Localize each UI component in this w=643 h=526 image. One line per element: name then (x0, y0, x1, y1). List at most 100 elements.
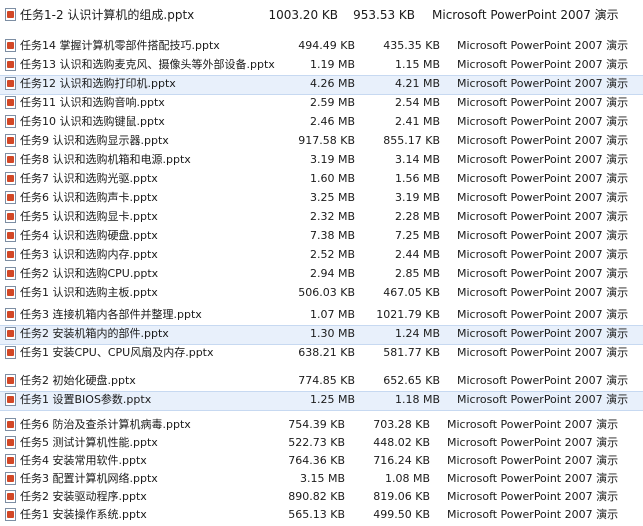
file-name: 任务9 认识和选购显示器.pptx (20, 134, 169, 147)
file-type: Microsoft PowerPoint 2007 演示 (457, 327, 629, 340)
file-row[interactable]: 任务14 掌握计算机零部件搭配技巧.pptx 494.49 KB 435.35 KB… (0, 37, 643, 55)
file-type: Microsoft PowerPoint 2007 演示 (447, 472, 619, 485)
file-name: 任务1 安装操作系统.pptx (20, 508, 147, 521)
file-size-original: 2.59 MB (309, 96, 355, 109)
file-size-original: 890.82 KB (288, 490, 345, 503)
file-size-original: 638.21 KB (298, 346, 355, 359)
file-size-compressed: 448.02 KB (373, 436, 430, 449)
file-size-original: 1003.20 KB (268, 8, 338, 22)
file-type: Microsoft PowerPoint 2007 演示 (457, 393, 629, 406)
file-row[interactable]: 任务5 认识和选购显卡.pptx 2.32 MB 2.28 MB Microsoft … (0, 208, 643, 226)
file-size-compressed: 1.08 MB (384, 472, 430, 485)
file-row[interactable]: 任务6 防治及查杀计算机病毒.pptx 754.39 KB 703.28 KB Mic… (0, 416, 643, 434)
file-size-original: 565.13 KB (288, 508, 345, 521)
file-type: Microsoft PowerPoint 2007 演示 (457, 248, 629, 261)
file-type: Microsoft PowerPoint 2007 演示 (457, 191, 629, 204)
file-row[interactable]: 任务2 安装驱动程序.pptx 890.82 KB 819.06 KB Microso… (0, 488, 643, 506)
file-size-compressed: 2.54 MB (394, 96, 440, 109)
file-size-compressed: 2.41 MB (394, 115, 440, 128)
file-size-original: 2.94 MB (309, 267, 355, 280)
file-row[interactable]: 任务1 安装操作系统.pptx 565.13 KB 499.50 KB Microso… (0, 506, 643, 524)
file-name: 任务2 安装驱动程序.pptx (20, 490, 147, 503)
file-type: Microsoft PowerPoint 2007 演示 (457, 308, 629, 321)
pptx-file-icon (5, 508, 16, 521)
pptx-file-icon (5, 115, 16, 128)
file-name: 任务11 认识和选购音响.pptx (20, 96, 165, 109)
pptx-file-icon (5, 490, 16, 503)
file-type: Microsoft PowerPoint 2007 演示 (457, 134, 629, 147)
file-size-compressed: 4.21 MB (394, 77, 440, 90)
file-row[interactable]: 任务3 认识和选购内存.pptx 2.52 MB 2.44 MB Microsoft … (0, 246, 643, 264)
file-row[interactable]: 任务4 认识和选购硬盘.pptx 7.38 MB 7.25 MB Microsoft … (0, 227, 643, 245)
file-name: 任务5 测试计算机性能.pptx (20, 436, 158, 449)
pptx-file-icon (5, 327, 16, 340)
file-name: 任务7 认识和选购光驱.pptx (20, 172, 158, 185)
pptx-file-icon (5, 229, 16, 242)
file-size-compressed: 1.24 MB (394, 327, 440, 340)
file-size-compressed: 716.24 KB (373, 454, 430, 467)
file-row[interactable]: 任务2 初始化硬盘.pptx 774.85 KB 652.65 KB Microsof… (0, 372, 643, 390)
file-row[interactable]: 任务1 认识和选购主板.pptx 506.03 KB 467.05 KB Micros… (0, 284, 643, 302)
file-name: 任务3 认识和选购内存.pptx (20, 248, 158, 261)
pptx-file-icon (5, 58, 16, 71)
pptx-file-icon (5, 436, 16, 449)
file-row[interactable]: 任务9 认识和选购显示器.pptx 917.58 KB 855.17 KB Micro… (0, 132, 643, 150)
file-row[interactable]: 任务6 认识和选购声卡.pptx 3.25 MB 3.19 MB Microsoft … (0, 189, 643, 207)
file-type: Microsoft PowerPoint 2007 演示 (457, 286, 629, 299)
file-size-original: 7.38 MB (309, 229, 355, 242)
file-size-original: 754.39 KB (288, 418, 345, 431)
file-row[interactable]: 任务5 测试计算机性能.pptx 522.73 KB 448.02 KB Micros… (0, 434, 643, 452)
file-size-compressed: 2.28 MB (394, 210, 440, 223)
file-size-original: 764.36 KB (288, 454, 345, 467)
file-row[interactable]: 任务1 设置BIOS参数.pptx 1.25 MB 1.18 MB Microsoft… (0, 391, 643, 411)
file-size-compressed: 819.06 KB (373, 490, 430, 503)
pptx-file-icon (5, 286, 16, 299)
file-type: Microsoft PowerPoint 2007 演示 (457, 374, 629, 387)
file-size-original: 2.52 MB (309, 248, 355, 261)
file-row[interactable]: 任务8 认识和选购机箱和电源.pptx 3.19 MB 3.14 MB Microso… (0, 151, 643, 169)
file-size-compressed: 2.44 MB (394, 248, 440, 261)
file-size-compressed: 703.28 KB (373, 418, 430, 431)
file-row[interactable]: 任务3 配置计算机网络.pptx 3.15 MB 1.08 MB Microsoft … (0, 470, 643, 488)
file-row[interactable]: 任务7 认识和选购光驱.pptx 1.60 MB 1.56 MB Microsoft … (0, 170, 643, 188)
file-size-compressed: 581.77 KB (383, 346, 440, 359)
pptx-file-icon (5, 346, 16, 359)
file-type: Microsoft PowerPoint 2007 演示 (457, 39, 629, 52)
file-row[interactable]: 任务1 安装CPU、CPU风扇及内存.pptx 638.21 KB 581.77 K… (0, 344, 643, 362)
file-size-compressed: 953.53 KB (353, 8, 415, 22)
pptx-file-icon (5, 191, 16, 204)
pptx-file-icon (5, 153, 16, 166)
file-size-original: 1.30 MB (309, 327, 355, 340)
pptx-file-icon (5, 134, 16, 147)
file-size-original: 1.19 MB (309, 58, 355, 71)
pptx-file-icon (5, 454, 16, 467)
file-size-original: 3.19 MB (309, 153, 355, 166)
file-name: 任务1 安装CPU、CPU风扇及内存.pptx (20, 346, 214, 359)
file-row[interactable]: 任务12 认识和选购打印机.pptx 4.26 MB 4.21 MB Microsof… (0, 75, 643, 95)
file-row[interactable]: 任务11 认识和选购音响.pptx 2.59 MB 2.54 MB Microsoft… (0, 94, 643, 112)
file-size-compressed: 855.17 KB (383, 134, 440, 147)
file-name: 任务1-2 认识计算机的组成.pptx (20, 8, 195, 22)
file-row[interactable]: 任务4 安装常用软件.pptx 764.36 KB 716.24 KB Microso… (0, 452, 643, 470)
pptx-file-icon (5, 248, 16, 261)
file-name: 任务14 掌握计算机零部件搭配技巧.pptx (20, 39, 220, 52)
file-name: 任务2 安装机箱内的部件.pptx (20, 327, 169, 340)
file-row[interactable]: 任务3 连接机箱内各部件并整理.pptx 1.07 MB 1021.79 KB Mic… (0, 306, 643, 324)
file-name: 任务4 安装常用软件.pptx (20, 454, 147, 467)
file-size-original: 522.73 KB (288, 436, 345, 449)
pptx-file-icon (5, 393, 16, 406)
file-size-compressed: 1021.79 KB (376, 308, 440, 321)
file-size-compressed: 3.14 MB (394, 153, 440, 166)
file-size-original: 917.58 KB (298, 134, 355, 147)
file-type: Microsoft PowerPoint 2007 演示 (457, 267, 629, 280)
file-row[interactable]: 任务1-2 认识计算机的组成.pptx 1003.20 KB 953.53 KB Mi… (0, 4, 643, 26)
file-row[interactable]: 任务10 认识和选购键鼠.pptx 2.46 MB 2.41 MB Microsoft… (0, 113, 643, 131)
file-type: Microsoft PowerPoint 2007 演示 (447, 418, 619, 431)
file-type: Microsoft PowerPoint 2007 演示 (447, 508, 619, 521)
file-size-original: 1.60 MB (309, 172, 355, 185)
file-name: 任务5 认识和选购显卡.pptx (20, 210, 158, 223)
pptx-file-icon (5, 77, 16, 90)
file-row[interactable]: 任务2 认识和选购CPU.pptx 2.94 MB 2.85 MB Microsoft… (0, 265, 643, 283)
file-row[interactable]: 任务13 认识和选购麦克风、摄像头等外部设备.pptx 1.19 MB 1.15 M… (0, 56, 643, 74)
file-row[interactable]: 任务2 安装机箱内的部件.pptx 1.30 MB 1.24 MB Microsoft… (0, 325, 643, 345)
